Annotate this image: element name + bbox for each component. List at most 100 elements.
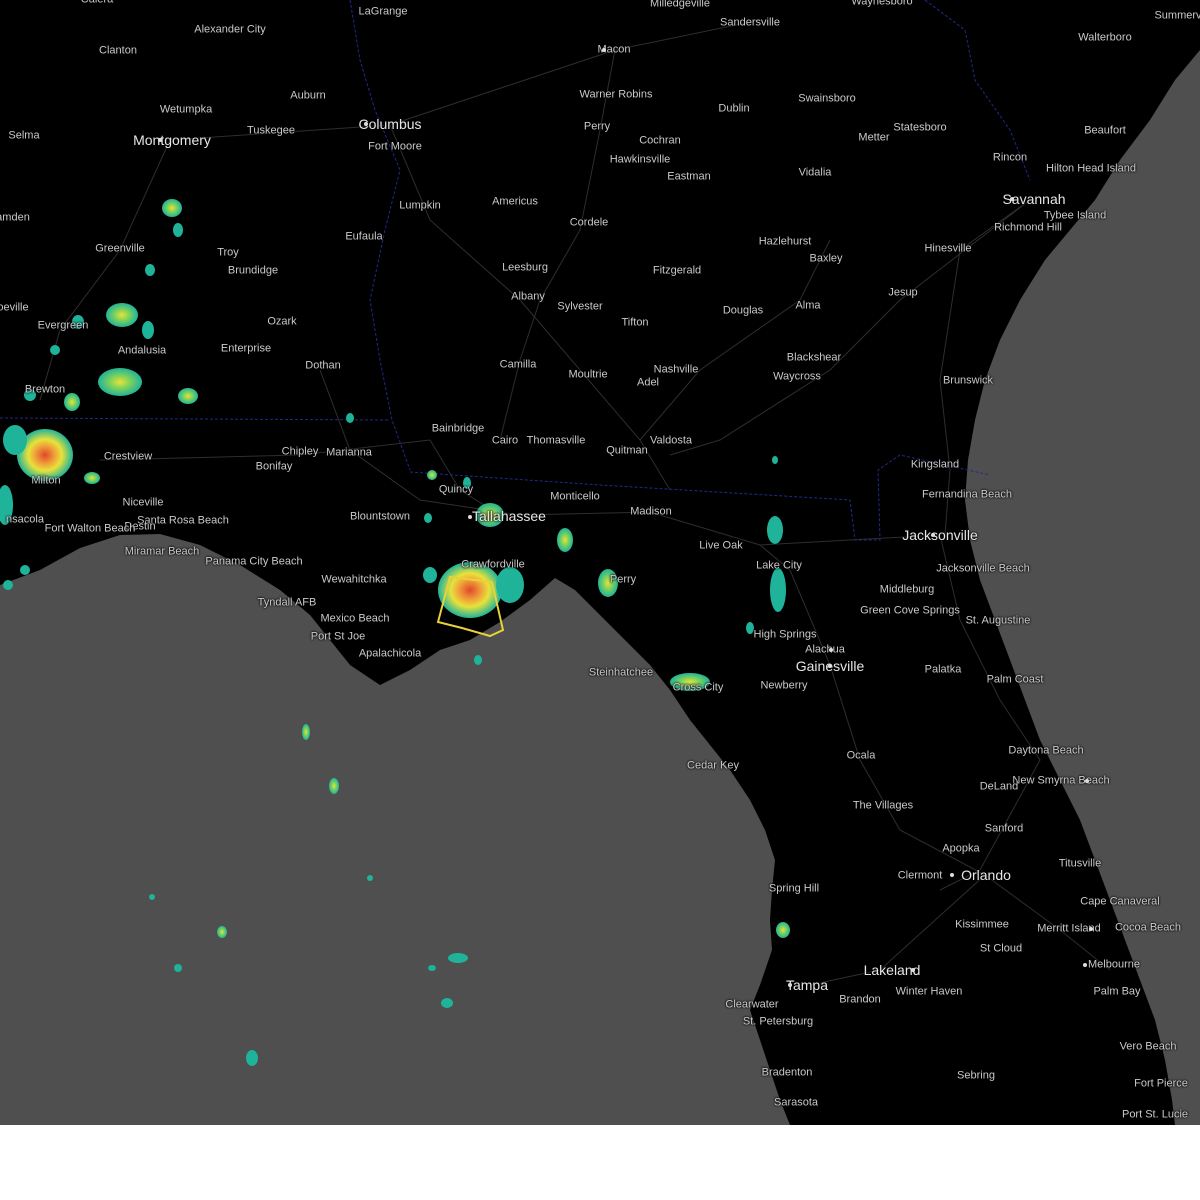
city-label: Andalusia xyxy=(117,344,167,357)
city-label: Palatka xyxy=(924,663,962,676)
city-label: Baxley xyxy=(809,252,843,265)
city-label: Wetumpka xyxy=(159,103,213,116)
city-marker-icon xyxy=(1083,963,1087,967)
city-label: Brewton xyxy=(24,383,66,396)
city-marker-icon xyxy=(158,138,162,142)
city-label: Dublin xyxy=(718,102,750,115)
city-label: Adel xyxy=(636,376,660,389)
city-label: Richmond Hill xyxy=(994,221,1062,234)
city-label: Melbourne xyxy=(1088,958,1140,971)
city-label: Mexico Beach xyxy=(320,612,390,625)
city-label: Tampa xyxy=(785,977,829,993)
gulf-water xyxy=(0,534,790,1125)
city-label: Niceville xyxy=(122,496,164,509)
city-label: Clermont xyxy=(897,869,943,882)
city-label: Hinesville xyxy=(924,242,972,255)
city-label: Summerv xyxy=(1154,9,1200,22)
city-label: Apalachicola xyxy=(358,647,422,660)
city-label: Alexander City xyxy=(194,23,266,36)
city-label: Fernandina Beach xyxy=(922,488,1012,501)
city-label: Waycross xyxy=(773,370,821,383)
city-label: Walterboro xyxy=(1078,31,1132,44)
city-label: Alma xyxy=(795,299,821,312)
city-label: The Villages xyxy=(852,799,914,812)
city-label: Hilton Head Island xyxy=(1046,162,1136,175)
city-label: Hazlehurst xyxy=(758,235,812,248)
city-label: nsacola xyxy=(6,513,44,526)
city-label: Crestview xyxy=(103,450,153,463)
city-label: Daytona Beach xyxy=(1008,744,1084,757)
city-label: Vero Beach xyxy=(1119,1040,1177,1053)
city-label: Sarasota xyxy=(773,1096,819,1109)
city-label: Clearwater xyxy=(725,998,779,1011)
city-label: Steinhatchee xyxy=(588,666,654,679)
city-label: St Cloud xyxy=(979,942,1023,955)
city-label: Cross City xyxy=(672,681,724,694)
city-label: Leesburg xyxy=(502,261,548,274)
city-label: Cocoa Beach xyxy=(1114,921,1182,934)
city-label: Warner Robins xyxy=(579,88,653,101)
city-label: Kingsland xyxy=(910,458,960,471)
city-label: Milton xyxy=(31,474,61,487)
city-marker-icon xyxy=(364,122,368,126)
city-label: St. Augustine xyxy=(965,614,1031,627)
city-label: Albany xyxy=(511,290,545,303)
city-label: Blountstown xyxy=(350,510,410,523)
city-label: Beaufort xyxy=(1084,124,1126,137)
footer-area xyxy=(0,1125,1200,1200)
city-label: Palm Bay xyxy=(1093,985,1141,998)
city-label: Calera xyxy=(81,0,113,6)
city-label: Nashville xyxy=(653,363,699,376)
city-label: Brundidge xyxy=(227,264,279,277)
city-label: Perry xyxy=(609,573,637,586)
city-label: Tybee Island xyxy=(1043,209,1107,222)
city-label: Tyndall AFB xyxy=(257,596,317,609)
city-label: Alachua xyxy=(805,643,845,656)
city-label: Port St Joe xyxy=(310,630,366,643)
city-marker-icon xyxy=(1085,779,1089,783)
city-label: Cedar Key xyxy=(687,759,739,772)
city-label: Titusville xyxy=(1058,857,1102,870)
city-marker-icon xyxy=(1089,927,1093,931)
city-label: Statesboro xyxy=(893,121,947,134)
city-marker-icon xyxy=(911,968,915,972)
radar-map[interactable]: Calera LaGrange Milledgeville Waynesboro Sum… xyxy=(0,0,1200,1125)
city-label: DeLand xyxy=(979,780,1019,793)
city-label: Quincy xyxy=(438,483,474,496)
city-label: Dothan xyxy=(305,359,341,372)
city-label: Tifton xyxy=(621,316,649,329)
city-label: Sanford xyxy=(984,822,1024,835)
city-label: Sandersville xyxy=(720,16,780,29)
city-label: Cape Canaveral xyxy=(1080,895,1160,908)
city-marker-icon xyxy=(602,48,606,52)
city-marker-icon xyxy=(1010,197,1014,201)
city-label: Enterprise xyxy=(220,342,272,355)
city-label: Auburn xyxy=(290,89,326,102)
city-marker-icon xyxy=(468,515,472,519)
city-label: Spring Hill xyxy=(768,882,820,895)
city-label: Sylvester xyxy=(557,300,603,313)
city-label: Milledgeville xyxy=(650,0,710,10)
city-label: Hawkinsville xyxy=(609,153,671,166)
city-label: Fort Walton Beach xyxy=(44,522,136,535)
city-label: Perry xyxy=(583,120,611,133)
city-marker-icon xyxy=(829,648,833,652)
city-label: Camilla xyxy=(499,358,537,371)
city-label: amden xyxy=(0,211,30,224)
city-label: Brandon xyxy=(839,993,881,1006)
city-label: Lake City xyxy=(756,559,802,572)
city-label: Cairo xyxy=(491,434,519,447)
city-label: Orlando xyxy=(961,867,1011,883)
city-label: Monticello xyxy=(550,490,600,503)
city-label: Chipley xyxy=(281,445,319,458)
city-label: Marianna xyxy=(326,446,372,459)
city-label: Quitman xyxy=(606,444,648,457)
city-label: High Springs xyxy=(753,628,817,641)
city-marker-icon xyxy=(950,873,954,877)
city-label: Metter xyxy=(858,131,890,144)
city-label: Swainsboro xyxy=(798,92,856,105)
city-label: LaGrange xyxy=(358,5,408,18)
city-label: Ozark xyxy=(267,315,297,328)
city-label: Troy xyxy=(217,246,239,259)
city-label: Sebring xyxy=(957,1069,995,1082)
